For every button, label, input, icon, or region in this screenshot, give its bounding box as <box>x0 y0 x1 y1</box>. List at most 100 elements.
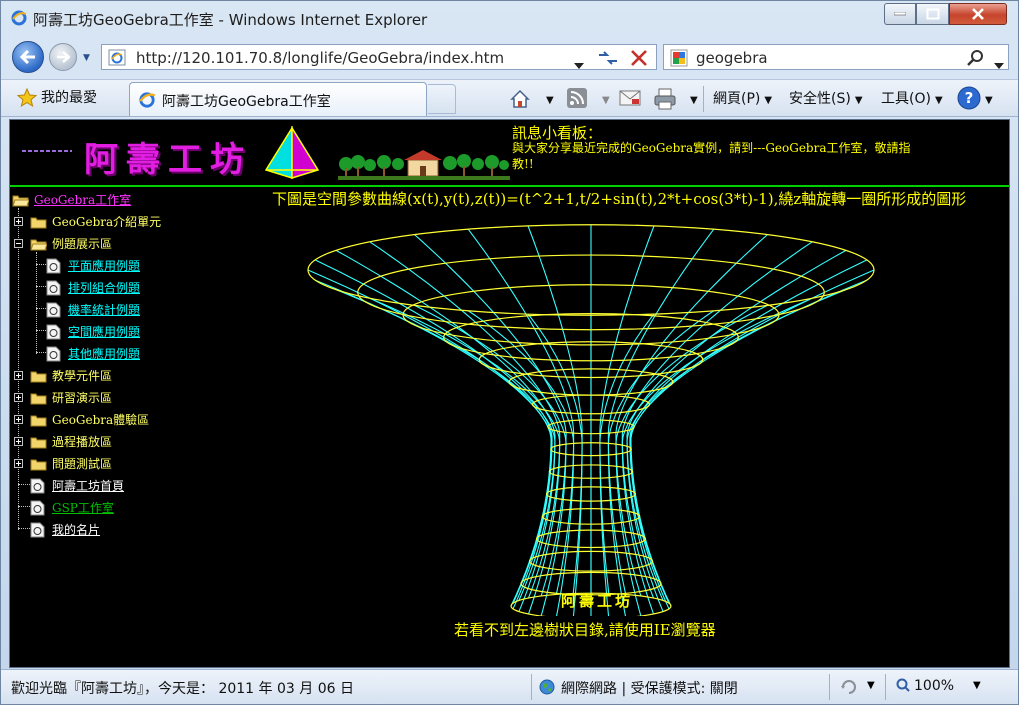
new-tab-button[interactable] <box>428 84 456 114</box>
svg-text:?: ? <box>965 89 974 107</box>
surface-meridian-line <box>629 259 868 604</box>
print-icon[interactable] <box>653 88 677 110</box>
surface-meridian-line <box>369 297 561 615</box>
graph-caption: 阿壽工坊 <box>561 592 634 610</box>
change-status-icon[interactable] <box>839 678 859 696</box>
open-folder-icon <box>12 195 29 207</box>
search-field[interactable]: geogebra <box>663 44 1009 70</box>
tree-item-label: 排列組合例題 <box>68 281 141 295</box>
tree-connector <box>18 484 30 485</box>
favorites-star-icon <box>17 88 37 108</box>
page-icon <box>46 302 61 318</box>
zoom-dropdown-icon[interactable]: ▼ <box>973 680 981 691</box>
page-menu[interactable]: 網頁(P) ▼ <box>713 86 772 112</box>
tree-connector <box>36 330 46 331</box>
status-bar: 歡迎光臨『阿壽工坊』，今天是： 2011 年 03 月 06 日 網際網路 | … <box>1 669 1018 704</box>
maximize-icon <box>926 8 939 20</box>
page-icon <box>30 478 45 494</box>
surface-meridian-line <box>621 297 813 615</box>
command-separator <box>703 86 704 112</box>
folder-icon <box>30 415 47 427</box>
header-divider <box>10 185 1009 187</box>
tree-item-label: GeoGebra介紹單元 <box>52 215 162 229</box>
search-icon[interactable] <box>967 49 985 67</box>
page-menu-label: 網頁(P) <box>713 91 761 107</box>
safety-menu-label: 安全性(S) <box>789 91 851 107</box>
expand-icon[interactable] <box>14 393 23 402</box>
address-dropdown-icon[interactable] <box>574 54 584 73</box>
ie-logo-icon <box>11 10 27 26</box>
tree-item-label: 機率統計例題 <box>68 303 141 317</box>
tools-menu-label: 工具(O) <box>881 91 931 107</box>
mail-icon[interactable] <box>619 90 641 106</box>
maximize-button[interactable] <box>916 3 949 25</box>
close-button[interactable] <box>949 3 1007 25</box>
tab-title: 阿壽工坊GeoGebra工作室 <box>162 94 331 110</box>
tree-item-label: 過程播放區 <box>52 435 113 449</box>
browser-window: 阿壽工坊GeoGebra工作室 - Windows Internet Explo… <box>0 0 1019 705</box>
expand-icon[interactable] <box>14 415 23 424</box>
url-text: http://120.101.70.8/longlife/GeoGebra/in… <box>136 49 505 67</box>
folder-icon <box>30 437 47 449</box>
google-icon <box>670 49 688 67</box>
ie-page-icon <box>108 49 126 66</box>
ie-tab-icon <box>139 92 156 108</box>
navigation-bar: ▼ http://120.101.70.8/longlife/GeoGebra/… <box>1 37 1018 77</box>
security-zone[interactable]: 網際網路 | 受保護模式: 關閉 <box>539 678 738 698</box>
browser-hint-text: 若看不到左邊樹狀目錄,請使用IE瀏覽器 <box>454 621 716 639</box>
safety-menu[interactable]: 安全性(S) ▼ <box>789 86 863 112</box>
status-separator <box>829 674 830 700</box>
rss-feed-icon[interactable] <box>567 88 587 108</box>
village-illustration-icon <box>338 150 510 180</box>
minimize-button[interactable] <box>884 3 916 25</box>
expand-icon[interactable] <box>14 371 23 380</box>
security-zone-label: 網際網路 | 受保護模式: 關閉 <box>561 681 738 697</box>
collapse-icon[interactable] <box>14 239 23 248</box>
back-button[interactable] <box>12 41 44 73</box>
feeds-dropdown[interactable]: ▼ <box>598 86 610 112</box>
tree-connector <box>36 286 46 287</box>
zoom-level[interactable]: 100% <box>896 678 954 694</box>
tab-active[interactable]: 阿壽工坊GeoGebra工作室 <box>129 82 427 116</box>
title-bar: 阿壽工坊GeoGebra工作室 - Windows Internet Explo… <box>1 1 1018 35</box>
page-icon <box>46 346 61 362</box>
site-title: 阿壽工坊 <box>84 140 252 180</box>
folder-icon <box>30 217 47 229</box>
page-icon <box>30 500 45 516</box>
tree-item-label: GSP工作室 <box>52 501 114 515</box>
compatibility-refresh-icon[interactable] <box>596 49 620 67</box>
graph-heading: 下圖是空間參數曲線(x(t),y(t),z(t))=(t^2+1,t/2+sin… <box>272 190 967 208</box>
recent-pages-dropdown[interactable]: ▼ <box>83 53 90 63</box>
status-dropdown-icon[interactable]: ▼ <box>867 680 875 691</box>
status-text: 歡迎光臨『阿壽工坊』，今天是： 2011 年 03 月 06 日 <box>11 681 354 697</box>
web-content: 阿壽工坊 訊息小看板： 與大家分享最近完成的GeoGebra實例，請到---Ge… <box>9 119 1010 668</box>
surface-meridian-line <box>314 259 553 604</box>
home-icon[interactable] <box>509 88 531 110</box>
tools-menu[interactable]: 工具(O) ▼ <box>881 86 943 112</box>
tree-item-label: 我的名片 <box>52 523 101 537</box>
print-dropdown[interactable]: ▼ <box>686 86 698 112</box>
tree-item-label: 研習演示區 <box>52 391 113 405</box>
address-field[interactable]: http://120.101.70.8/longlife/GeoGebra/in… <box>101 44 657 70</box>
stop-icon[interactable] <box>628 49 650 67</box>
tree-root-label: GeoGebra工作室 <box>34 193 132 207</box>
home-dropdown[interactable]: ▼ <box>542 86 554 112</box>
help-icon[interactable]: ? <box>957 86 981 110</box>
search-provider-dropdown-icon[interactable] <box>994 54 1004 73</box>
expand-icon[interactable] <box>14 217 23 226</box>
favorites-button[interactable]: 我的最愛 <box>11 84 105 112</box>
tree-connector <box>36 252 37 354</box>
search-text: geogebra <box>696 49 768 67</box>
folder-icon <box>30 393 47 405</box>
expand-icon[interactable] <box>14 459 23 468</box>
surface-meridian-line <box>629 279 868 610</box>
forward-button[interactable] <box>49 43 77 71</box>
command-bar: 我的最愛 阿壽工坊GeoGebra工作室 ▼ ▼ ▼ 網頁(P) ▼ 安全性(S… <box>1 79 1018 117</box>
page-icon <box>46 258 61 274</box>
surface-meridian-line <box>314 279 553 610</box>
expand-icon[interactable] <box>14 437 23 446</box>
help-dropdown[interactable]: ▼ <box>981 86 993 112</box>
globe-icon <box>539 679 555 695</box>
status-separator <box>885 674 886 700</box>
folder-icon <box>30 371 47 383</box>
